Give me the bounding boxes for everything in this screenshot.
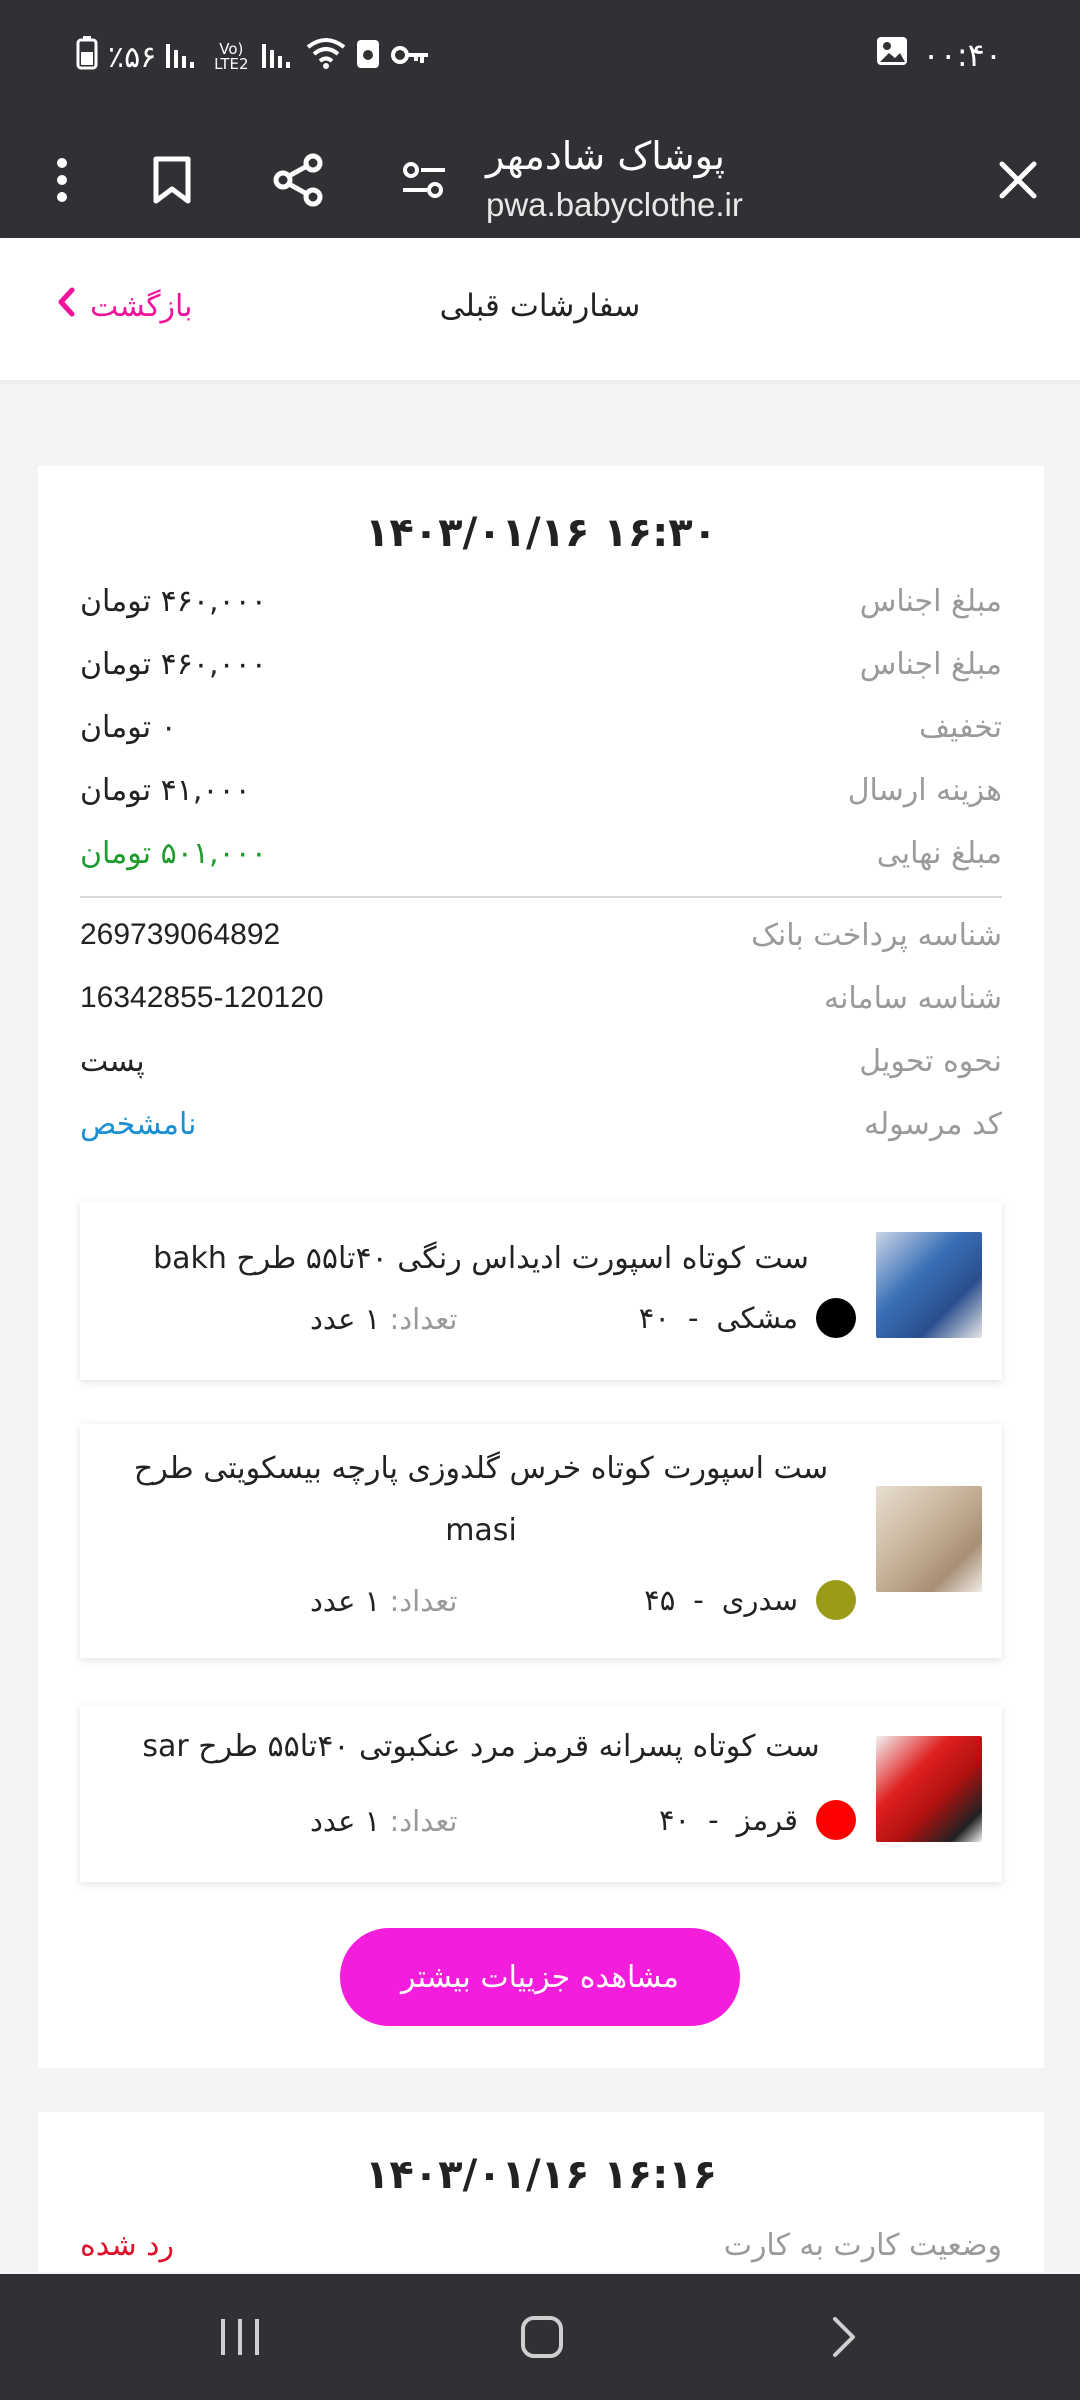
row-label: وضعیت کارت به کارت [723,2228,1002,2263]
network-label: Vo) LTE2 [214,40,249,73]
size-value: ۴۰ [638,1301,670,1335]
quantity: تعداد: ۱ عدد [310,1302,458,1336]
status-right: ۰۰:۴۰ [876,36,1002,74]
quantity: تعداد: ۱ عدد [310,1584,458,1618]
payment-row: شناسه سامانه 16342855-120120 [80,981,1002,1031]
product-name: ست کوتاه اسپورت ادیداس رنگی ۴۰تا۵۵ طرح b… [153,1241,809,1276]
size-value: ۴۰ [658,1803,691,1837]
back-label: بازگشت [90,288,193,324]
battery-percent: ٪۵۶ [108,39,157,75]
divider [80,896,1002,898]
bookmark-icon[interactable] [132,140,212,220]
row-label: شناسه پرداخت بانک [751,918,1002,953]
settings-sliders-icon[interactable] [384,140,464,220]
quantity-label: تعداد: [389,1584,458,1618]
home-icon[interactable] [502,2304,582,2370]
row-value: پست [80,1044,145,1079]
row-label: مبلغ نهایی [876,836,1002,871]
product-thumbnail [876,1736,982,1842]
row-label: نحوه تحویل [859,1044,1002,1079]
color-swatch [816,1800,856,1840]
row-label: مبلغ اجناس [859,647,1002,682]
more-vert-icon[interactable] [22,140,102,220]
product-thumbnail [876,1486,982,1592]
back-button[interactable]: بازگشت [56,286,192,326]
row-label: هزینه ارسال [847,773,1002,808]
view-more-details-button[interactable]: مشاهده جزییات بیشتر [340,1928,740,2026]
row-value: ۴۶۰,۰۰۰ تومان [80,647,267,682]
row-value: ۰ تومان [80,710,177,745]
status-bar: ٪۵۶ Vo) LTE2 ۰۰:۴۰ [0,0,1080,120]
recent-apps-icon[interactable] [200,2304,280,2370]
quantity-value: ۱ عدد [310,1302,381,1336]
summary-row: تخفیف ۰ تومان [80,710,1002,760]
color-name: سدری [721,1583,798,1617]
summary-row: مبلغ اجناس ۴۶۰,۰۰۰ تومان [80,584,1002,634]
battery-saver-icon [356,37,380,77]
quantity-value: ۱ عدد [310,1584,381,1618]
row-label: شناسه سامانه [823,981,1002,1016]
status-left: ٪۵۶ Vo) LTE2 [76,36,430,78]
summary-row: مبلغ اجناس ۴۶۰,۰۰۰ تومان [80,647,1002,697]
quantity-value: ۱ عدد [310,1804,381,1838]
quantity: تعداد: ۱ عدد [310,1804,458,1838]
order-item[interactable]: ست کوتاه پسرانه قرمز مرد عنکبوتی ۴۰تا۵۵ … [80,1706,1002,1882]
row-label: مبلغ اجناس [859,584,1002,619]
color-swatch [816,1298,856,1338]
product-name: ست کوتاه پسرانه قرمز مرد عنکبوتی ۴۰تا۵۵ … [142,1729,820,1764]
back-icon[interactable] [804,2304,884,2370]
quantity-label: تعداد: [389,1804,458,1838]
row-value: ۴۱,۰۰۰ تومان [80,773,251,808]
row-value: 16342855-120120 [80,981,324,1014]
payment-row: کد مرسوله نامشخص [80,1107,1002,1157]
status-badge: رد شده [80,2228,174,2263]
separator: - [693,1583,704,1617]
size-value: ۴۵ [644,1583,676,1617]
product-variant: مشکی - ۴۰ [639,1298,856,1338]
row-value: ۴۶۰,۰۰۰ تومان [80,584,267,619]
order-card: ۱۴۰۳/۰۱/۱۶ ۱۶:۱۶ وضعیت کارت به کارت رد ش… [38,2112,1044,2272]
product-variant: سدری - ۴۵ [644,1580,856,1620]
payment-row: شناسه پرداخت بانک 269739064892 [80,918,1002,968]
row-value: 269739064892 [80,918,281,951]
product-variant: قرمز - ۴۰ [659,1800,856,1840]
site-info[interactable]: پوشاک شادمهر pwa.babyclothe.ir [486,120,743,238]
order-item[interactable]: ست اسپورت کوتاه خرس گلدوزی پارچه بیسکویت… [80,1424,1002,1658]
clock: ۰۰:۴۰ [922,36,1002,74]
tracking-code-link[interactable]: نامشخص [80,1107,196,1142]
key-icon [390,40,430,75]
gallery-icon [876,36,908,74]
signal-icon [166,38,200,76]
order-item[interactable]: ست کوتاه اسپورت ادیداس رنگی ۴۰تا۵۵ طرح b… [80,1202,1002,1380]
separator: - [708,1803,719,1837]
product-thumbnail [876,1232,982,1338]
final-price: ۵۰۱,۰۰۰ تومان [80,836,267,871]
share-icon[interactable] [258,140,338,220]
order-card: ۱۴۰۳/۰۱/۱۶ ۱۶:۳۰ مبلغ اجناس ۴۶۰,۰۰۰ توما… [38,466,1044,2068]
color-name: مشکی [716,1301,798,1335]
order-datetime: ۱۴۰۳/۰۱/۱۶ ۱۶:۱۶ [364,2152,718,2198]
quantity-label: تعداد: [389,1302,458,1336]
chevron-left-icon [56,286,76,326]
system-nav-bar [0,2274,1080,2400]
order-datetime: ۱۴۰۳/۰۱/۱۶ ۱۶:۳۰ [364,510,718,556]
battery-icon [76,36,98,78]
separator: - [687,1301,699,1335]
row-label: تخفیف [919,710,1002,745]
site-name: پوشاک شادمهر [486,134,725,178]
wifi-icon [306,37,346,77]
payment-row: نحوه تحویل پست [80,1044,1002,1094]
card-transfer-status-row: وضعیت کارت به کارت رد شده [80,2228,1002,2278]
app-header: سفارشات قبلی بازگشت [0,238,1080,380]
summary-row: مبلغ نهایی ۵۰۱,۰۰۰ تومان [80,836,1002,886]
site-url: pwa.babyclothe.ir [486,186,743,223]
signal2-icon [262,38,296,76]
close-icon[interactable] [978,140,1058,220]
product-name: ست اسپورت کوتاه خرس گلدوزی پارچه بیسکویت… [133,1451,829,1548]
browser-toolbar: پوشاک شادمهر pwa.babyclothe.ir [0,120,1080,238]
color-swatch [816,1580,856,1620]
summary-row: هزینه ارسال ۴۱,۰۰۰ تومان [80,773,1002,823]
row-label: کد مرسوله [863,1107,1002,1142]
color-name: قرمز [736,1803,798,1837]
